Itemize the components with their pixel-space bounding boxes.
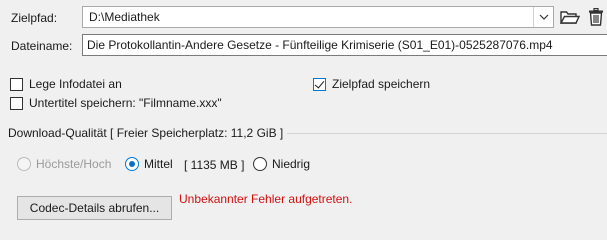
quality-mid-label: Mittel	[144, 157, 173, 171]
quality-mid-radio[interactable]	[125, 157, 139, 171]
quality-mid-size: [ 1135 MB ]	[184, 158, 245, 172]
codec-details-button[interactable]: Codec-Details abrufen...	[17, 196, 172, 220]
quality-high-option: Höchste/Hoch	[17, 157, 111, 171]
quality-high-radio	[17, 157, 31, 171]
quality-high-label: Höchste/Hoch	[36, 157, 112, 171]
folder-open-icon[interactable]	[559, 6, 581, 28]
trash-icon[interactable]	[585, 6, 607, 28]
path-label: Zielpfad:	[11, 11, 58, 25]
quality-low-radio[interactable]	[253, 157, 267, 171]
subtitle-label: Untertitel speichern: "Filmname.xxx"	[29, 96, 222, 110]
subtitle-option[interactable]: Untertitel speichern: "Filmname.xxx"	[10, 96, 222, 110]
quality-group-label: Download-Qualität [ Freier Speicherplatz…	[8, 126, 288, 140]
quality-low-option[interactable]: Niedrig	[253, 157, 310, 171]
subtitle-checkbox[interactable]	[10, 96, 23, 110]
save-path-option[interactable]: Zielpfad speichern	[313, 77, 430, 91]
quality-low-label: Niedrig	[272, 157, 311, 171]
quality-mid-option[interactable]: Mittel	[125, 157, 173, 171]
save-path-checkbox[interactable]	[313, 77, 326, 91]
path-value[interactable]: D:\Mediathek	[83, 10, 533, 24]
infofile-option[interactable]: Lege Infodatei an	[10, 77, 122, 91]
infofile-label: Lege Infodatei an	[29, 77, 122, 91]
codec-error-text: Unbekannter Fehler aufgetreten.	[179, 192, 353, 206]
chevron-down-icon[interactable]	[533, 7, 553, 27]
path-combobox[interactable]: D:\Mediathek	[82, 6, 554, 28]
filename-input[interactable]: Die Protokollantin-Andere Gesetze - Fünf…	[82, 34, 607, 56]
infofile-checkbox[interactable]	[10, 77, 23, 91]
save-path-label: Zielpfad speichern	[332, 77, 431, 91]
filename-label: Dateiname:	[11, 39, 73, 53]
